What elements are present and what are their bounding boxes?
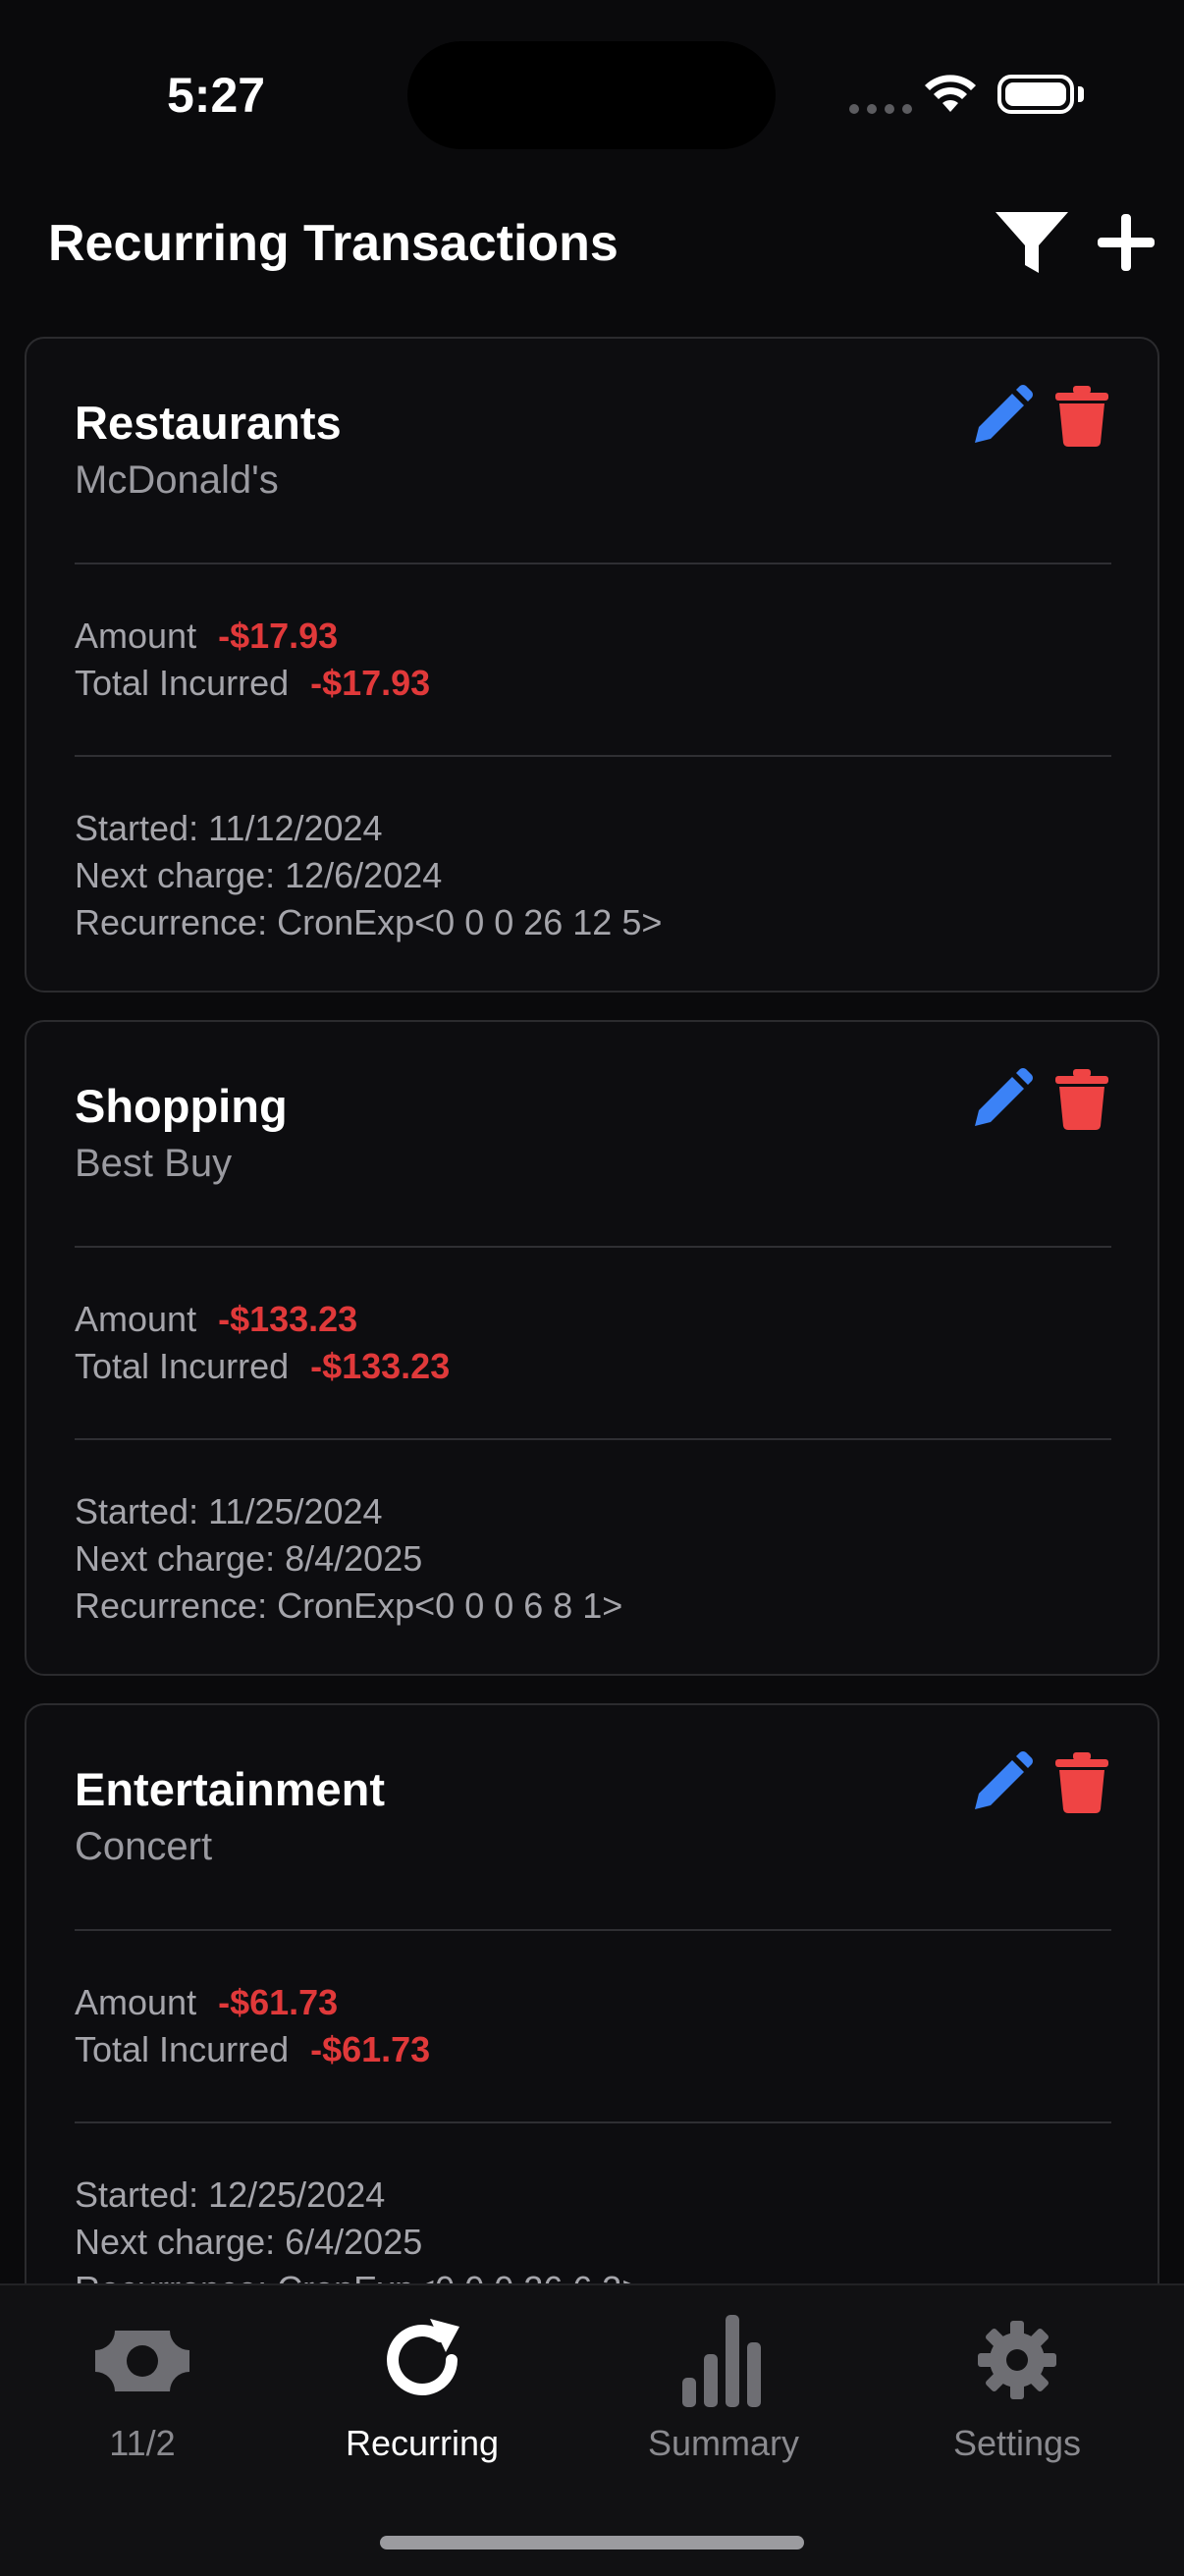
total-incurred-label: Total Incurred: [75, 663, 290, 703]
recurrence-expression: Recurrence: CronExp<0 0 0 6 8 1>: [75, 1585, 623, 1626]
total-incurred-label: Total Incurred: [75, 2029, 290, 2069]
banknote-icon: [95, 2331, 189, 2391]
pencil-icon: [975, 1751, 1033, 1809]
battery-icon: [997, 75, 1074, 114]
transaction-card: Shopping Best Buy Amount -$133.23 Total I…: [25, 1020, 1159, 1676]
trash-icon: [1055, 1752, 1108, 1813]
home-indicator: [380, 2536, 804, 2549]
battery-cap: [1078, 86, 1084, 102]
pencil-icon: [975, 1068, 1033, 1126]
amount-label: Amount: [75, 616, 197, 656]
total-incurred-label: Total Incurred: [75, 1346, 290, 1386]
next-charge-date: Next charge: 6/4/2025: [75, 2222, 423, 2262]
bar-chart-icon: [682, 2315, 761, 2407]
total-incurred-row: Total Incurred -$17.93: [75, 663, 430, 704]
transaction-card: Restaurants McDonald's Amount -$17.93 Tot…: [25, 337, 1159, 993]
filter-button[interactable]: [992, 208, 1072, 277]
amount-value: -$61.73: [218, 1982, 339, 2022]
divider: [75, 1246, 1111, 1248]
total-incurred-value: -$61.73: [310, 2029, 431, 2069]
card-category: Restaurants: [75, 397, 342, 449]
amount-row: Amount -$61.73: [75, 1982, 338, 2023]
divider: [75, 563, 1111, 564]
total-incurred-row: Total Incurred -$133.23: [75, 1346, 450, 1387]
card-category: Entertainment: [75, 1763, 385, 1815]
divider: [75, 2121, 1111, 2123]
amount-label: Amount: [75, 1299, 197, 1339]
tab-label: Settings: [952, 2423, 1082, 2463]
edit-button[interactable]: [969, 1750, 1034, 1815]
card-merchant: Best Buy: [75, 1142, 233, 1185]
tab-summary[interactable]: Summary: [619, 2285, 829, 2482]
wifi-icon: [925, 75, 976, 112]
next-charge-date: Next charge: 12/6/2024: [75, 855, 443, 895]
trash-icon: [1055, 386, 1108, 447]
edit-button[interactable]: [969, 1067, 1034, 1132]
pencil-icon: [975, 385, 1033, 443]
tab-daily[interactable]: 11/2: [59, 2285, 226, 2482]
delete-button[interactable]: [1053, 1067, 1110, 1132]
divider: [75, 755, 1111, 757]
plus-icon: [1098, 214, 1155, 271]
delete-button[interactable]: [1053, 1750, 1110, 1815]
amount-row: Amount -$17.93: [75, 616, 338, 657]
transaction-card: Entertainment Concert Amount -$61.73 Tota…: [25, 1703, 1159, 2359]
status-time: 5:27: [167, 68, 266, 123]
tab-label: 11/2: [109, 2423, 176, 2463]
amount-row: Amount -$133.23: [75, 1299, 357, 1340]
card-merchant: McDonald's: [75, 458, 279, 502]
card-category: Shopping: [75, 1080, 288, 1132]
next-charge-date: Next charge: 8/4/2025: [75, 1538, 423, 1579]
started-date: Started: 11/25/2024: [75, 1491, 383, 1531]
total-incurred-value: -$133.23: [310, 1346, 451, 1386]
gear-icon: [978, 2321, 1056, 2399]
tab-label: Recurring: [345, 2423, 500, 2463]
tab-bar: 11/2 Recurring Summary Settings: [0, 2283, 1184, 2576]
tab-label: Summary: [647, 2423, 800, 2463]
divider: [75, 1929, 1111, 1931]
tab-recurring[interactable]: Recurring: [314, 2285, 530, 2482]
card-merchant: Concert: [75, 1825, 213, 1868]
page-title: Recurring Transactions: [48, 215, 619, 272]
divider: [75, 1438, 1111, 1440]
filter-icon: [996, 212, 1068, 273]
repeat-icon: [387, 2319, 459, 2395]
delete-button[interactable]: [1053, 384, 1110, 449]
amount-value: -$17.93: [218, 616, 339, 656]
trash-icon: [1055, 1069, 1108, 1130]
started-date: Started: 12/25/2024: [75, 2174, 386, 2215]
amount-value: -$133.23: [218, 1299, 358, 1339]
add-button[interactable]: [1092, 208, 1160, 277]
dynamic-island: [407, 41, 776, 149]
amount-label: Amount: [75, 1982, 197, 2022]
total-incurred-value: -$17.93: [310, 663, 431, 703]
cellular-signal-icon: [849, 104, 912, 114]
total-incurred-row: Total Incurred -$61.73: [75, 2029, 430, 2070]
tab-settings[interactable]: Settings: [913, 2285, 1121, 2482]
started-date: Started: 11/12/2024: [75, 808, 383, 848]
edit-button[interactable]: [969, 384, 1034, 449]
recurrence-expression: Recurrence: CronExp<0 0 0 26 12 5>: [75, 902, 663, 942]
